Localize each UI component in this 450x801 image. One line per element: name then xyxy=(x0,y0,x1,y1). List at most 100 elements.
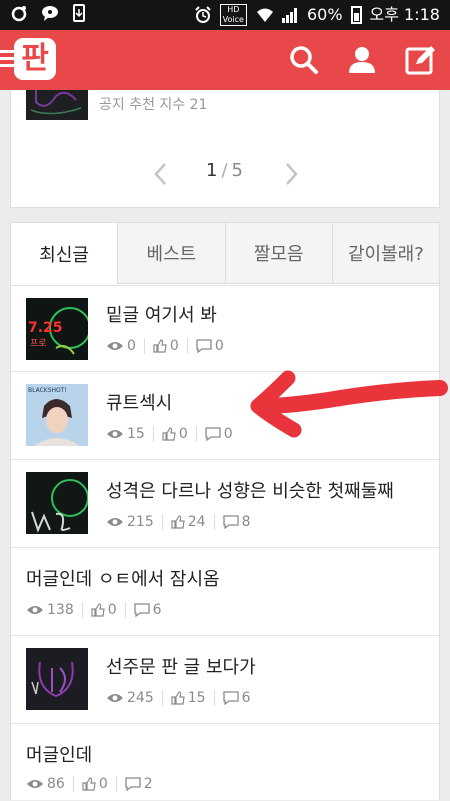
pann-logo[interactable]: 판 xyxy=(14,38,56,80)
hd-label: HD xyxy=(227,5,240,14)
like-count-value: 0 xyxy=(98,776,108,792)
post-thumbnail xyxy=(26,472,88,534)
comment-count-value: 2 xyxy=(143,776,153,792)
tab-latest[interactable]: 최신글 xyxy=(11,223,118,284)
comment-count: 0 xyxy=(196,338,224,354)
eye-icon xyxy=(107,518,123,526)
pagination: 1/5 xyxy=(11,160,439,190)
view-count-value: 15 xyxy=(127,426,145,442)
prev-page-icon[interactable] xyxy=(153,162,169,186)
eye-icon xyxy=(107,342,123,350)
post-list-card: 최신글 베스트 짤모음 같이볼래? 7.25 프로 밑글 여기서 봐 0 0 0… xyxy=(10,222,440,800)
stat-divider xyxy=(81,602,83,618)
page-indicator: 1/5 xyxy=(206,160,243,181)
annotation-arrow-icon xyxy=(248,370,448,440)
stat-divider xyxy=(152,426,154,442)
thumbs-up-icon xyxy=(171,691,185,705)
post-thumbnail: BLACKSHOT! xyxy=(26,384,88,446)
download-notification-icon xyxy=(70,4,88,22)
like-count-value: 0 xyxy=(178,426,188,442)
comment-icon xyxy=(134,603,150,617)
post-stats: 86 0 2 xyxy=(26,776,153,792)
list-item[interactable]: 성격은 다르나 성향은 비슷한 첫째둘째 215 24 8 xyxy=(11,459,439,547)
signal-icon xyxy=(281,6,299,24)
post-title[interactable]: 밑글 여기서 봐 xyxy=(106,301,217,327)
view-count: 138 xyxy=(26,602,74,618)
stat-divider xyxy=(195,426,197,442)
view-count: 215 xyxy=(106,514,154,530)
comment-count: 8 xyxy=(222,514,250,530)
view-count-value: 215 xyxy=(127,514,154,530)
user-icon[interactable] xyxy=(346,44,378,76)
thumbs-up-icon xyxy=(171,515,185,529)
like-count: 0 xyxy=(91,602,117,618)
eye-icon xyxy=(27,780,43,788)
comment-count: 6 xyxy=(222,690,251,706)
list-item[interactable]: 선주문 판 글 보다가 245 15 6 xyxy=(11,635,439,723)
notice-card: 공지 추천 지수 21 1/5 xyxy=(10,90,440,208)
chat-notification-icon xyxy=(40,4,58,22)
app-header: 판 xyxy=(0,30,450,90)
tab-bar: 최신글 베스트 짤모음 같이볼래? xyxy=(11,223,439,285)
post-thumbnail xyxy=(26,648,88,710)
post-title[interactable]: 머글인데 xyxy=(26,741,92,767)
post-stats: 245 15 6 xyxy=(106,690,250,706)
thumbs-up-icon xyxy=(153,339,167,353)
post-title[interactable]: 머글인데 ㅇㅌ에서 잠시옴 xyxy=(26,565,220,591)
post-title[interactable]: 큐트섹시 xyxy=(106,389,172,415)
search-icon[interactable] xyxy=(288,44,320,76)
view-count-value: 138 xyxy=(47,602,74,618)
comment-count-value: 6 xyxy=(241,690,251,706)
stat-divider xyxy=(143,338,145,354)
status-bar: HD Voice 60% 오후 1:18 xyxy=(0,0,450,30)
stat-divider xyxy=(213,514,215,530)
view-count-value: 245 xyxy=(127,690,154,706)
post-stats: 0 0 0 xyxy=(106,338,224,354)
eye-icon xyxy=(107,430,123,438)
post-title[interactable]: 성격은 다르나 성향은 비슷한 첫째둘째 xyxy=(106,477,394,503)
tab-watch-together[interactable]: 같이볼래? xyxy=(331,223,439,284)
eye-icon xyxy=(107,694,123,702)
clock: 오후 1:18 xyxy=(369,5,440,24)
tab-gifs[interactable]: 짤모음 xyxy=(224,223,332,284)
like-count: 0 xyxy=(153,338,179,354)
stat-divider xyxy=(213,690,215,706)
stat-divider xyxy=(115,776,117,792)
tab-best[interactable]: 베스트 xyxy=(117,223,225,284)
current-page: 1 xyxy=(206,160,218,181)
battery-percent: 60% xyxy=(306,5,343,24)
view-count: 0 xyxy=(106,338,136,354)
comment-icon xyxy=(196,339,212,353)
list-item[interactable]: 7.25 프로 밑글 여기서 봐 0 0 0 xyxy=(11,285,439,371)
stat-divider xyxy=(72,776,74,792)
view-count: 86 xyxy=(26,776,65,792)
thumbs-up-icon xyxy=(91,603,105,617)
thumbs-up-icon xyxy=(162,427,176,441)
comment-icon xyxy=(222,515,239,529)
post-stats: 138 0 6 xyxy=(26,602,162,618)
thumb-caption-text: BLACKSHOT! xyxy=(28,387,67,394)
post-thumbnail: 7.25 프로 xyxy=(26,298,88,360)
stat-divider xyxy=(161,690,163,706)
wifi-icon xyxy=(255,6,273,24)
comment-count: 0 xyxy=(205,426,233,442)
hd-voice-icon: HD Voice xyxy=(219,4,247,26)
voice-label: Voice xyxy=(222,15,244,24)
view-count-value: 0 xyxy=(127,338,136,354)
thumb-caption-text: 프로 xyxy=(30,339,47,349)
list-item[interactable]: 머글인데 86 0 2 xyxy=(11,723,439,801)
list-item[interactable]: 머글인데 ㅇㅌ에서 잠시옴 138 0 6 xyxy=(11,547,439,635)
comment-count-value: 0 xyxy=(214,338,224,354)
write-icon[interactable] xyxy=(404,44,436,76)
comment-count-value: 6 xyxy=(152,602,162,618)
total-pages: 5 xyxy=(231,160,243,181)
like-count: 15 xyxy=(171,690,206,706)
stat-divider xyxy=(161,514,163,530)
thumbs-up-icon xyxy=(82,777,96,791)
view-count: 245 xyxy=(106,690,154,706)
menu-icon[interactable] xyxy=(0,50,14,71)
next-page-icon[interactable] xyxy=(283,162,299,186)
notice-thumbnail[interactable] xyxy=(26,90,88,120)
like-count: 24 xyxy=(171,514,206,530)
post-title[interactable]: 선주문 판 글 보다가 xyxy=(106,653,256,679)
